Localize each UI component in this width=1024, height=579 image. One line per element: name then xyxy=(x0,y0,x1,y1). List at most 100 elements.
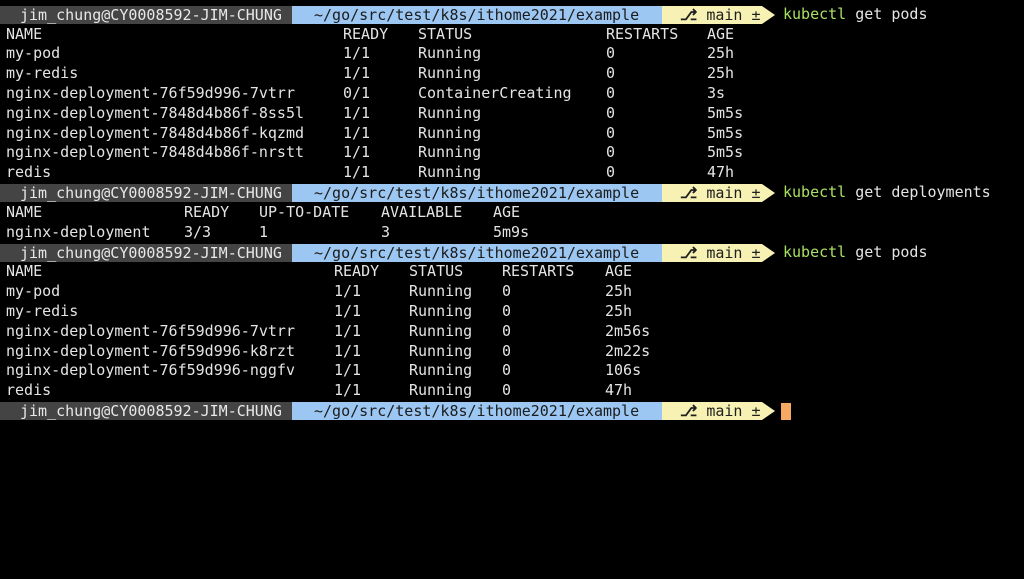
table-row: nginx-deployment-76f59d996-7vtrr 1/1 Run… xyxy=(0,322,1024,342)
column-header: AGE xyxy=(707,24,735,43)
table-row: my-pod 1/1 Running 0 25h xyxy=(0,44,1024,64)
deployment-ready: 3/3 xyxy=(184,222,212,241)
pod-age: 5m5s xyxy=(707,123,744,142)
table-row: my-redis 1/1 Running 0 25h xyxy=(0,64,1024,84)
pod-age: 2m56s xyxy=(605,321,651,340)
pod-ready: 1/1 xyxy=(334,282,362,301)
command-text: kubectl get deployments xyxy=(783,183,991,203)
pod-restarts: 0 xyxy=(606,44,616,63)
prompt-path: ~/go/src/test/k8s/ithome2021/example xyxy=(292,184,662,202)
pod-status: Running xyxy=(409,282,473,301)
terminal-window[interactable]: jim_chung@CY0008592-JIM-CHUNG ~/go/src/t… xyxy=(0,0,1024,423)
column-header: READY xyxy=(184,202,230,221)
powerline-separator-icon xyxy=(762,402,775,420)
command-program: kubectl xyxy=(783,183,847,201)
command-text: kubectl get pods xyxy=(783,5,928,25)
pod-restarts: 0 xyxy=(502,282,512,301)
pod-status: Running xyxy=(418,123,482,142)
pod-restarts: 0 xyxy=(502,341,512,360)
pod-ready: 1/1 xyxy=(334,301,362,320)
prompt-git-branch: ⎇ main ± xyxy=(662,243,762,262)
pod-status: Running xyxy=(418,143,482,162)
pod-restarts: 0 xyxy=(502,301,512,320)
git-branch-icon: ⎇ xyxy=(680,184,698,202)
column-header: AVAILABLE xyxy=(381,202,463,221)
branch-name: main ± xyxy=(706,243,761,262)
pod-name: nginx-deployment-76f59d996-7vtrr xyxy=(6,321,295,340)
column-header: READY xyxy=(334,262,380,281)
pod-name: my-redis xyxy=(6,64,79,83)
table-header: NAME READY STATUS RESTARTS AGE xyxy=(0,262,1024,282)
deployment-age: 5m9s xyxy=(493,222,530,241)
column-header: READY xyxy=(343,24,389,43)
pod-name: nginx-deployment-7848d4b86f-kqzmd xyxy=(6,123,305,142)
pod-ready: 1/1 xyxy=(343,143,371,162)
pod-ready: 1/1 xyxy=(343,163,371,182)
pod-name: my-redis xyxy=(6,301,79,320)
active-prompt-line[interactable]: jim_chung@CY0008592-JIM-CHUNG ~/go/src/t… xyxy=(0,401,1024,421)
pod-age: 25h xyxy=(605,282,633,301)
pod-status: Running xyxy=(409,341,473,360)
pod-age: 47h xyxy=(707,163,735,182)
table-row: nginx-deployment-76f59d996-7vtrr 0/1 Con… xyxy=(0,84,1024,104)
command-args: get deployments xyxy=(855,183,991,201)
table-header: NAME READY UP-TO-DATE AVAILABLE AGE xyxy=(0,203,1024,223)
command-text: kubectl get pods xyxy=(783,243,928,263)
pod-ready: 1/1 xyxy=(343,44,371,63)
prompt-git-branch: ⎇ main ± xyxy=(662,184,762,202)
pod-restarts: 0 xyxy=(606,123,616,142)
pod-name: my-pod xyxy=(6,282,61,301)
table-row: nginx-deployment-7848d4b86f-nrstt 1/1 Ru… xyxy=(0,143,1024,163)
terminal-cursor[interactable] xyxy=(781,403,791,420)
pod-status: Running xyxy=(409,361,473,380)
prompt-user-host: jim_chung@CY0008592-JIM-CHUNG xyxy=(0,402,292,420)
pod-name: nginx-deployment-76f59d996-7vtrr xyxy=(6,83,295,102)
prompt-user-host: jim_chung@CY0008592-JIM-CHUNG xyxy=(0,6,292,24)
pod-name: my-pod xyxy=(6,44,61,63)
git-branch-icon: ⎇ xyxy=(680,402,698,420)
table-row: redis 1/1 Running 0 47h xyxy=(0,381,1024,401)
pod-ready: 1/1 xyxy=(334,321,362,340)
prompt-path: ~/go/src/test/k8s/ithome2021/example xyxy=(292,243,662,262)
column-header: UP-TO-DATE xyxy=(259,202,350,221)
pod-ready: 1/1 xyxy=(343,123,371,142)
command-args: get pods xyxy=(855,5,928,23)
prompt-user-host: jim_chung@CY0008592-JIM-CHUNG xyxy=(0,184,292,202)
table-row: nginx-deployment 3/3 1 3 5m9s xyxy=(0,223,1024,243)
pod-age: 2m22s xyxy=(605,341,651,360)
pod-age: 25h xyxy=(707,44,735,63)
table-row: nginx-deployment-76f59d996-nggfv 1/1 Run… xyxy=(0,361,1024,381)
pod-status: Running xyxy=(409,321,473,340)
command-program: kubectl xyxy=(783,242,847,261)
column-header: NAME xyxy=(6,202,43,221)
pod-name: redis xyxy=(6,163,52,182)
pod-status: Running xyxy=(418,163,482,182)
pod-restarts: 0 xyxy=(606,103,616,122)
table-row: my-redis 1/1 Running 0 25h xyxy=(0,302,1024,322)
table-row: nginx-deployment-76f59d996-k8rzt 1/1 Run… xyxy=(0,342,1024,362)
branch-name: main ± xyxy=(706,6,761,24)
prompt-git-branch: ⎇ main ± xyxy=(662,6,762,24)
column-header: NAME xyxy=(6,262,43,281)
pod-name: nginx-deployment-7848d4b86f-8ss5l xyxy=(6,103,305,122)
column-header: NAME xyxy=(6,24,43,43)
pod-ready: 1/1 xyxy=(343,64,371,83)
pod-ready: 1/1 xyxy=(334,341,362,360)
column-header: STATUS xyxy=(418,24,473,43)
pod-restarts: 0 xyxy=(606,143,616,162)
git-branch-icon: ⎇ xyxy=(680,6,698,24)
pod-name: redis xyxy=(6,381,52,400)
pod-status: Running xyxy=(418,64,482,83)
pod-ready: 1/1 xyxy=(334,381,362,400)
pod-status: Running xyxy=(409,381,473,400)
pod-ready: 1/1 xyxy=(343,103,371,122)
pod-restarts: 0 xyxy=(606,83,616,102)
column-header: AGE xyxy=(493,202,521,221)
branch-name: main ± xyxy=(706,184,761,202)
prompt-user-host: jim_chung@CY0008592-JIM-CHUNG xyxy=(0,243,292,262)
pod-restarts: 0 xyxy=(502,381,512,400)
pod-ready: 1/1 xyxy=(334,361,362,380)
column-header: RESTARTS xyxy=(502,262,575,281)
branch-name: main ± xyxy=(706,402,761,420)
table-row: redis 1/1 Running 0 47h xyxy=(0,163,1024,183)
